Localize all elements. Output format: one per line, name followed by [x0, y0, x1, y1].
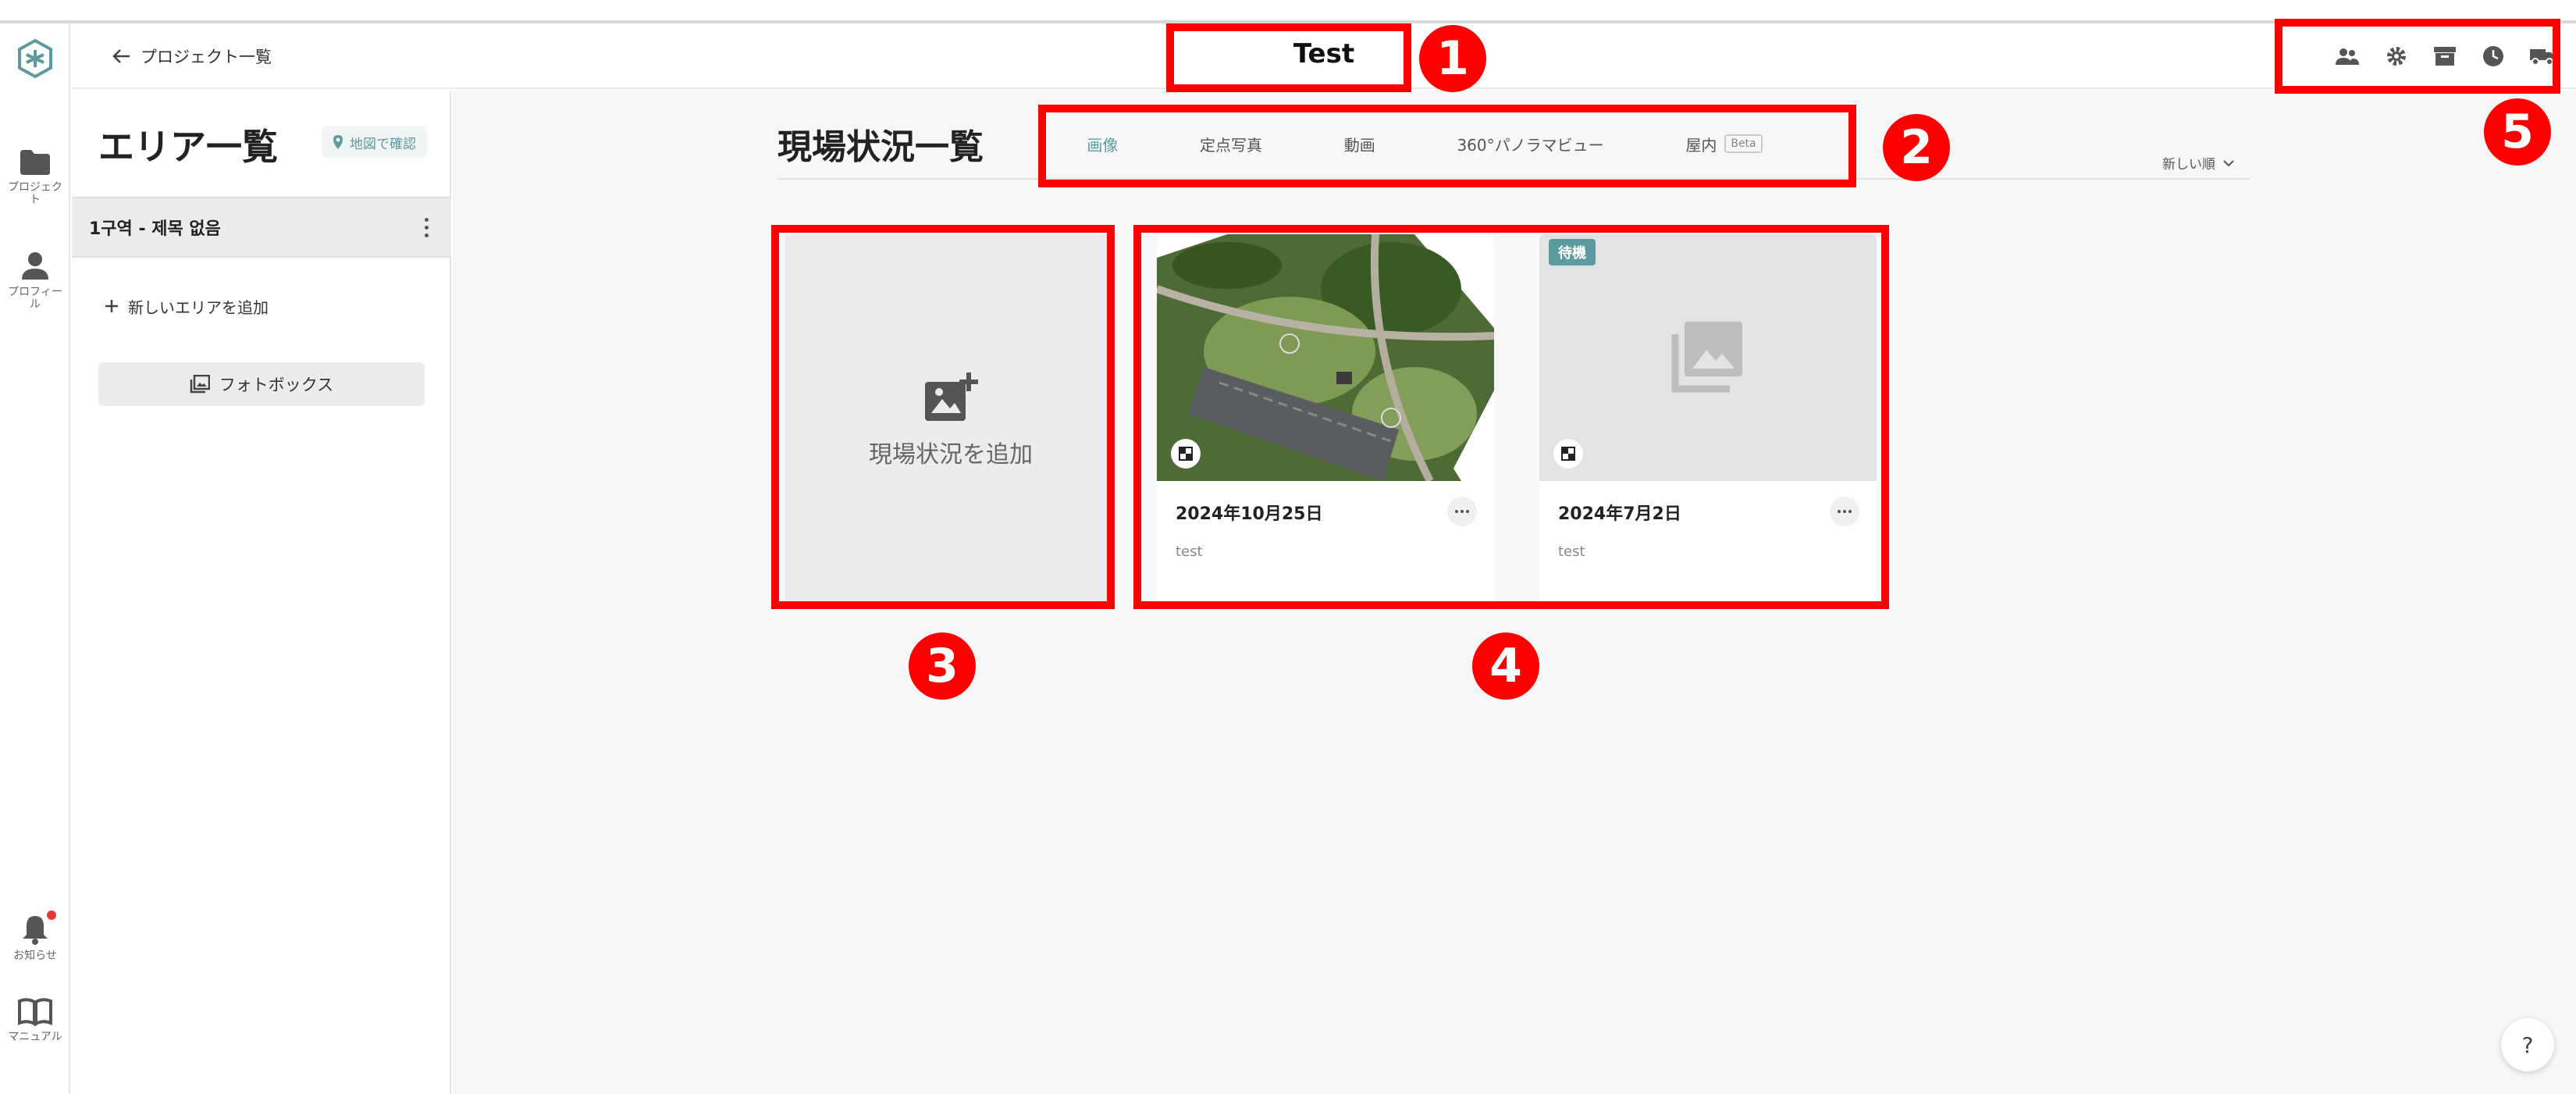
card-description: test	[1558, 543, 1585, 560]
add-area-button[interactable]: 新しいエリアを追加	[105, 290, 269, 322]
more-vertical-icon[interactable]	[418, 212, 434, 243]
rail-item-manual[interactable]: マニュアル	[0, 998, 70, 1043]
rail-item-notifications[interactable]: お知らせ	[0, 910, 70, 962]
rail-label-notifications: お知らせ	[13, 950, 57, 962]
app-header: プロジェクト一覧 Test	[72, 23, 2576, 89]
area-list-item[interactable]: 1구역 - 제목 없음	[72, 197, 451, 258]
site-status-card[interactable]: 待機 2024年7月2日 test	[1539, 234, 1877, 608]
title-divider	[777, 178, 2250, 180]
notification-dot	[47, 910, 56, 920]
tab-videos[interactable]: 動画	[1344, 133, 1375, 155]
aerial-orthophoto-thumbnail	[1157, 234, 1494, 481]
rail-label-projects: プロジェクト	[8, 181, 62, 206]
rail-label-profile: プロフィール	[8, 286, 62, 311]
orthophoto-icon	[1171, 439, 1201, 469]
area-list-panel: エリア一覧 地図で確認 1구역 - 제목 없음 新しいエリアを追加 フォトボック…	[72, 91, 451, 1094]
status-badge: 待機	[1549, 239, 1596, 265]
more-horizontal-icon[interactable]	[1447, 497, 1477, 526]
archive-icon[interactable]	[2428, 39, 2462, 73]
help-button[interactable]: ?	[2501, 1018, 2554, 1071]
map-pin-icon	[333, 135, 343, 149]
rail-item-projects[interactable]: プロジェクト	[0, 148, 70, 206]
sort-label: 新しい順	[2162, 157, 2215, 173]
card-description: test	[1176, 543, 1203, 560]
annotation-number-5: 5	[2484, 98, 2551, 166]
back-link-label: プロジェクト一覧	[141, 48, 272, 66]
site-status-title: 現場状況一覧	[777, 127, 984, 167]
annotation-number-1: 1	[1419, 25, 1486, 92]
left-rail: プロジェクト プロフィール お知らせ マニュアル	[0, 23, 70, 1094]
header-toolbar	[2314, 23, 2576, 89]
tab-images[interactable]: 画像	[1087, 133, 1118, 155]
window-top-bar	[0, 0, 2576, 23]
clock-icon[interactable]	[2476, 39, 2510, 73]
photobox-label: フォトボックス	[219, 376, 334, 394]
arrow-left-icon	[112, 49, 130, 63]
add-area-label: 新しいエリアを追加	[128, 298, 269, 317]
tab-panorama[interactable]: 360°パノラマビュー	[1457, 133, 1603, 155]
tab-indoor[interactable]: 屋内 Beta	[1685, 133, 1763, 155]
tab-videos-label: 動画	[1343, 135, 1375, 155]
view-on-map-label: 地図で確認	[350, 136, 416, 152]
site-status-card[interactable]: 2024年10月25日 test	[1157, 234, 1494, 608]
card-date: 2024年10月25日	[1176, 504, 1323, 524]
tab-fixed-point-label: 定点写真	[1200, 135, 1263, 155]
annotation-number-3: 3	[909, 633, 976, 700]
team-icon[interactable]	[2330, 39, 2364, 73]
site-status-main: 現場状況一覧 画像 定点写真 動画 360°パノラマビュー 屋内 Beta 新し…	[453, 91, 2576, 1094]
back-to-projects-link[interactable]: プロジェクト一覧	[112, 41, 272, 72]
person-icon	[22, 252, 48, 280]
image-placeholder-thumbnail: 待機	[1539, 234, 1877, 481]
media-type-tabs: 画像 定点写真 動画 360°パノラマビュー 屋内 Beta	[1046, 112, 1803, 175]
area-list-title: エリア一覧	[98, 126, 278, 168]
add-photo-icon	[925, 372, 978, 421]
tab-fixed-point-photos[interactable]: 定点写真	[1200, 133, 1262, 155]
area-item-label: 1구역 - 제목 없음	[89, 219, 221, 239]
truck-icon[interactable]	[2525, 39, 2560, 73]
annotation-number-2: 2	[1883, 114, 1950, 181]
bell-icon	[23, 916, 48, 945]
photobox-button[interactable]: フォトボックス	[98, 362, 425, 406]
beta-badge: Beta	[1724, 134, 1763, 153]
annotation-number-4: 4	[1472, 633, 1539, 700]
rail-label-manual: マニュアル	[8, 1031, 62, 1043]
chevron-down-icon	[2223, 159, 2234, 166]
tab-panorama-label: 360°パノラマビュー	[1457, 135, 1604, 155]
photo-library-placeholder-icon	[1671, 322, 1742, 393]
sort-dropdown[interactable]: 新しい順	[2162, 153, 2234, 173]
view-on-map-button[interactable]: 地図で確認	[322, 127, 427, 158]
plus-icon	[105, 300, 118, 312]
card-date: 2024年7月2日	[1558, 504, 1681, 524]
gear-icon[interactable]	[2379, 39, 2414, 73]
orthophoto-icon	[1553, 439, 1583, 469]
add-site-status-card[interactable]: 現場状況を追加	[785, 234, 1116, 606]
tab-images-label: 画像	[1087, 135, 1119, 155]
tab-indoor-label: 屋内	[1685, 135, 1717, 155]
add-site-status-label: 現場状況を追加	[869, 441, 1033, 469]
photo-library-icon	[190, 375, 210, 394]
book-icon	[18, 998, 52, 1026]
app-logo-icon[interactable]	[14, 37, 56, 80]
folder-icon	[20, 150, 50, 175]
rail-item-profile[interactable]: プロフィール	[0, 250, 70, 311]
more-horizontal-icon[interactable]	[1830, 497, 1859, 526]
